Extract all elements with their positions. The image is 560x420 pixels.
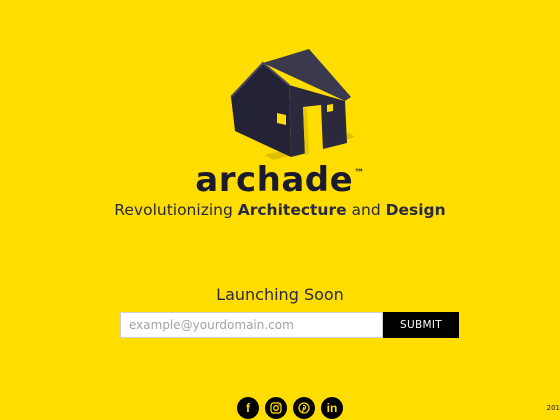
facebook-icon: f xyxy=(246,401,250,415)
copyright-year: 201 xyxy=(546,404,560,412)
subscribe-form: SUBMIT xyxy=(120,312,459,338)
linkedin-link[interactable]: in xyxy=(321,397,343,419)
facebook-link[interactable]: f xyxy=(237,397,259,419)
tagline-bold2: Design xyxy=(385,201,446,219)
email-input[interactable] xyxy=(120,312,383,338)
submit-button[interactable]: SUBMIT xyxy=(383,312,459,338)
tagline-part2: and xyxy=(346,201,386,219)
instagram-icon xyxy=(270,402,282,414)
pinterest-icon xyxy=(298,402,310,414)
brand-name-text: archade xyxy=(195,160,354,200)
pinterest-link[interactable] xyxy=(293,397,315,419)
tagline: Revolutionizing Architecture and Design xyxy=(0,201,560,219)
launching-heading: Launching Soon xyxy=(216,285,344,304)
tagline-bold1: Architecture xyxy=(237,201,347,219)
social-links: f in xyxy=(237,397,343,419)
instagram-link[interactable] xyxy=(265,397,287,419)
trademark-symbol: ™ xyxy=(354,168,365,179)
linkedin-icon: in xyxy=(326,401,338,415)
house-logo-icon xyxy=(230,49,355,160)
tagline-part1: Revolutionizing xyxy=(114,201,238,219)
brand-name: archade™ xyxy=(0,160,560,200)
